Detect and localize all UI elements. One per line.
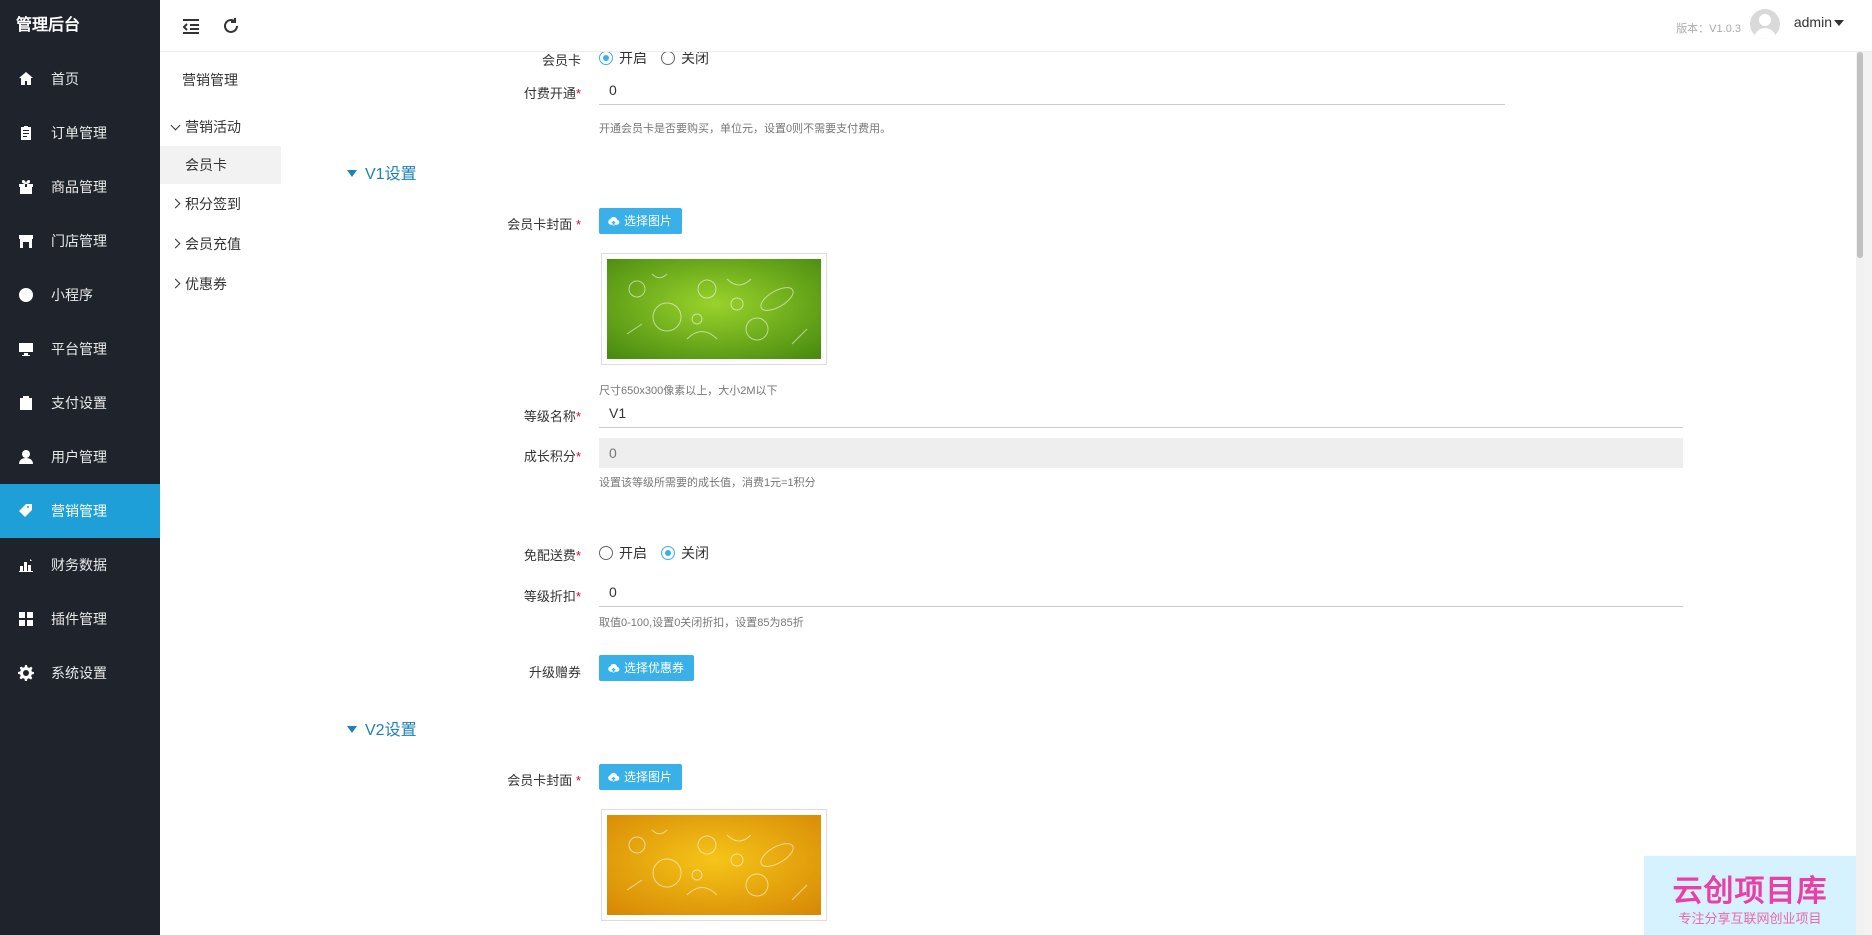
sidebar-item-label: 商品管理 [51,179,107,195]
store-icon [18,233,34,249]
v2-cover-label: 会员卡封面 * [507,773,581,788]
v1-choose-image-button[interactable]: 选择图片 [599,208,683,234]
member-card-label: 会员卡 [541,53,581,68]
caret-down-icon [347,170,357,177]
sidebar-item-6[interactable]: 支付设置 [0,376,160,430]
v1-discount-label: 等级折扣* [523,589,581,604]
subnav-item-member-card[interactable]: 会员卡 [160,146,281,184]
sidebar-item-1[interactable]: 订单管理 [0,106,160,160]
chevron-down-icon[interactable] [1834,20,1844,26]
sidebar-item-label: 门店管理 [51,233,107,249]
v1-level-name-label: 等级名称* [523,409,581,424]
sidebar-item-label: 订单管理 [51,125,107,141]
caret-down-icon [347,726,357,733]
home-icon [18,71,34,87]
sidebar-item-10[interactable]: 插件管理 [0,592,160,646]
paid-open-input[interactable]: 0 [599,75,1505,105]
chevron-down-icon [170,120,181,131]
top-bar: 版本：V1.0.3 admin [160,0,1872,52]
sidebar-item-label: 财务数据 [51,557,107,573]
radio-off[interactable] [661,546,675,560]
v1-growth-hint: 设置该等级所需要的成长值，消费1元=1积分 [599,477,816,489]
sidebar-item-3[interactable]: 门店管理 [0,214,160,268]
user-icon [18,449,34,465]
sidebar-item-label: 营销管理 [51,503,107,519]
chevron-right-icon [170,278,181,289]
paid-open-hint: 开通会员卡是否要购买，单位元，设置0则不需要支付费用。 [599,123,892,135]
subnav-group-coupons[interactable]: 优惠券 [160,264,281,304]
mini-program-icon [18,287,34,303]
cloud-upload-icon [608,772,620,782]
chevron-right-icon [170,238,181,249]
refresh-icon[interactable] [220,15,242,37]
sidebar-item-label: 系统设置 [51,665,107,681]
v1-cover-hint: 尺寸650x300像素以上，大小2M以下 [599,385,778,397]
v1-free-shipping-label: 免配送费* [523,548,581,563]
section-v2-header[interactable]: V2设置 [347,716,417,740]
v1-cover-label: 会员卡封面 * [507,217,581,232]
member-card-radio: 开启 关闭 [599,52,723,68]
cloud-upload-icon [608,663,620,673]
bar-chart-icon [18,557,34,573]
v2-choose-image-button[interactable]: 选择图片 [599,764,683,790]
brand-title: 管理后台 [16,17,81,34]
v1-discount-hint: 取值0-100,设置0关闭折扣，设置85为85折 [599,617,804,629]
gear-icon [18,665,34,681]
sidebar-item-5[interactable]: 平台管理 [0,322,160,376]
sidebar-item-9[interactable]: 财务数据 [0,538,160,592]
tag-icon [18,503,34,519]
sidebar-item-0[interactable]: 首页 [0,52,160,106]
sidebar-item-7[interactable]: 用户管理 [0,430,160,484]
v1-discount-input[interactable]: 0 [599,577,1683,607]
sidebar-item-4[interactable]: 小程序 [0,268,160,322]
plugin-icon [18,611,34,627]
paid-open-label: 付费开通* [523,86,581,101]
watermark-logo: 云创项目库 专注分享互联网创业项目 [1644,856,1856,935]
monitor-icon [18,341,34,357]
sidebar-item-label: 首页 [51,71,79,87]
section-v1-header[interactable]: V1设置 [347,160,417,184]
sub-navigation: 营销管理 营销活动 会员卡 积分签到 会员充值 优惠券 [160,52,281,935]
clipboard-icon [18,125,34,141]
v1-level-name-input[interactable]: V1 [599,398,1683,428]
radio-on[interactable] [599,52,613,65]
sidebar-item-label: 插件管理 [51,611,107,627]
sidebar-item-label: 平台管理 [51,341,107,357]
v1-cover-image [601,253,827,365]
sidebar-item-label: 小程序 [51,287,93,303]
wallet-icon [18,395,34,411]
v1-choose-coupon-button[interactable]: 选择优惠券 [599,655,695,681]
sidebar-item-label: 支付设置 [51,395,107,411]
radio-off[interactable] [661,52,675,65]
v1-growth-input: 0 [599,438,1683,468]
user-menu[interactable]: admin [1794,14,1832,30]
member-card-row: 会员卡 开启 关闭 [281,52,1781,72]
subnav-group-points-checkin[interactable]: 积分签到 [160,184,281,224]
v2-cover-image [601,809,827,921]
subnav-title: 营销管理 [182,72,238,88]
scrollbar[interactable] [1856,52,1864,935]
v1-free-shipping-radio: 开启 关闭 [599,543,723,563]
sidebar: 管理后台 首页订单管理商品管理门店管理小程序平台管理支付设置用户管理营销管理财务… [0,0,160,935]
main-content: 会员卡 开启 关闭 付费开通* 0 开通会员卡是否要购买，单位元，设置0则不需要… [281,52,1864,935]
avatar[interactable] [1750,9,1780,39]
subnav-group-marketing[interactable]: 营销活动 [160,108,281,146]
sidebar-item-2[interactable]: 商品管理 [0,160,160,214]
menu-collapse-icon[interactable] [180,15,202,37]
subnav-group-member-recharge[interactable]: 会员充值 [160,224,281,264]
radio-on[interactable] [599,546,613,560]
scrollbar-thumb[interactable] [1857,52,1863,258]
v1-growth-label: 成长积分* [523,449,581,464]
sidebar-item-11[interactable]: 系统设置 [0,646,160,700]
sidebar-item-label: 用户管理 [51,449,107,465]
version-label: 版本：V1.0.3 [1676,23,1741,35]
gift-icon [18,179,34,195]
cloud-upload-icon [608,216,620,226]
sidebar-nav: 首页订单管理商品管理门店管理小程序平台管理支付设置用户管理营销管理财务数据插件管… [0,52,160,700]
chevron-right-icon [170,198,181,209]
v1-upgrade-label: 升级赠券 [528,665,581,680]
sidebar-item-8[interactable]: 营销管理 [0,484,160,538]
